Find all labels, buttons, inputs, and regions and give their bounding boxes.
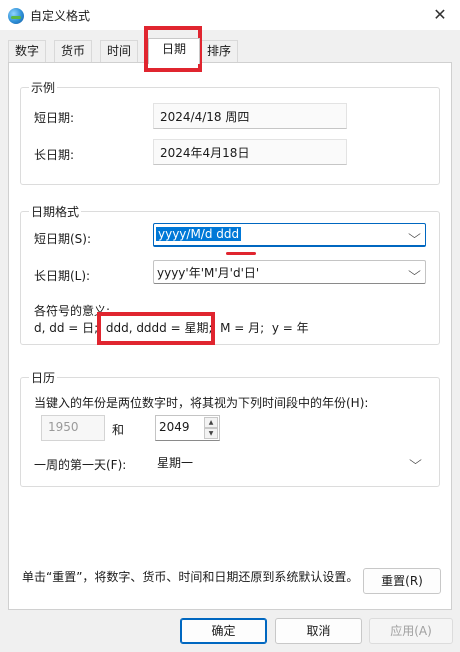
annotation-underline xyxy=(226,252,256,255)
example-long-value: 2024年4月18日 xyxy=(153,139,347,165)
tab-sort[interactable]: 排序 xyxy=(200,40,239,63)
year-from-field: 1950 xyxy=(41,415,105,441)
example-legend: 示例 xyxy=(29,79,58,96)
cancel-button[interactable]: 取消 xyxy=(275,618,362,644)
apply-button: 应用(A) xyxy=(369,618,453,644)
tab-number[interactable]: 数字 xyxy=(8,40,47,63)
date-format-legend: 日期格式 xyxy=(29,203,82,220)
first-day-combobox[interactable]: 星期一 ⌵ xyxy=(153,450,426,474)
example-short-label: 短日期: xyxy=(34,111,75,125)
example-short-value: 2024/4/18 周四 xyxy=(153,103,347,129)
long-date-combobox[interactable]: yyyy'年'M'月'd'日' ⌵ xyxy=(153,260,426,284)
and-label: 和 xyxy=(112,423,125,437)
tab-date[interactable]: 日期 xyxy=(148,38,200,64)
first-day-value[interactable]: 星期一 xyxy=(157,454,193,471)
tab-strip: 数字 货币 时间 日期 排序 xyxy=(8,38,452,64)
year-to-value[interactable]: 2049 xyxy=(159,420,190,434)
window-title: 自定义格式 xyxy=(30,9,91,23)
chevron-down-icon[interactable]: ⌵ xyxy=(409,453,422,468)
title-bar: 自定义格式 ✕ xyxy=(0,0,460,30)
annotation-highlight-box xyxy=(97,312,215,345)
spin-up-icon[interactable]: ▲ xyxy=(204,417,218,428)
globe-icon xyxy=(8,8,24,24)
calendar-legend: 日历 xyxy=(29,369,58,386)
first-day-label: 一周的第一天(F): xyxy=(34,458,127,472)
close-button[interactable]: ✕ xyxy=(420,0,460,30)
reset-description: 单击“重置”，将数字、货币、时间和日期还原到系统默认设置。 xyxy=(22,570,359,584)
spin-down-icon[interactable]: ▼ xyxy=(204,428,218,439)
chevron-down-icon[interactable]: ⌵ xyxy=(408,264,421,279)
short-date-value[interactable]: yyyy/M/d ddd xyxy=(156,227,242,241)
example-long-label: 长日期: xyxy=(34,148,75,162)
chevron-down-icon[interactable]: ⌵ xyxy=(408,227,421,242)
tab-time[interactable]: 时间 xyxy=(100,40,139,63)
long-date-label: 长日期(L): xyxy=(34,269,91,283)
tab-currency[interactable]: 货币 xyxy=(54,40,93,63)
short-date-label: 短日期(S): xyxy=(34,232,92,246)
year-to-spin-buttons: ▲ ▼ xyxy=(204,417,218,439)
year-to-spinbox[interactable]: 2049 ▲ ▼ xyxy=(155,415,220,441)
ok-button[interactable]: 确定 xyxy=(180,618,267,644)
example-group: 示例 xyxy=(20,79,440,185)
short-date-combobox[interactable]: yyyy/M/d ddd ⌵ xyxy=(153,223,426,247)
long-date-value[interactable]: yyyy'年'M'月'd'日' xyxy=(157,264,259,281)
reset-button[interactable]: 重置(R) xyxy=(363,568,441,594)
two-digit-year-text: 当键入的年份是两位数字时，将其视为下列时间段中的年份(H): xyxy=(34,396,369,410)
